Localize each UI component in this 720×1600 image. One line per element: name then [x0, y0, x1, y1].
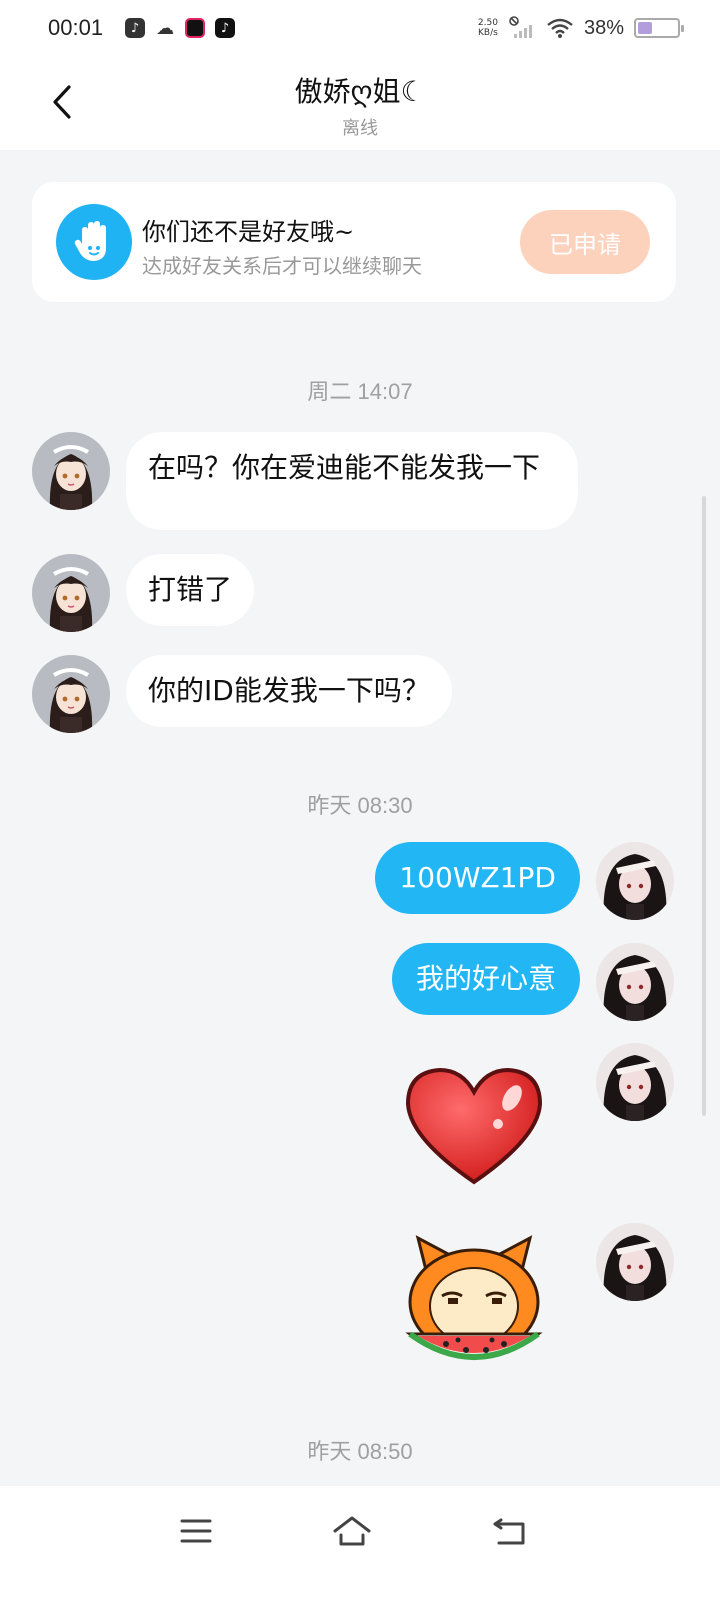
signal-off-icon [509, 16, 532, 38]
chat-title: 傲娇ღ姐☾ [294, 75, 426, 108]
scrollbar[interactable] [702, 496, 706, 1116]
timestamp: 昨天 08:50 [307, 1439, 413, 1464]
my-avatar[interactable] [596, 943, 674, 1021]
heart-icon [405, 1067, 543, 1185]
video-app-icon [185, 18, 206, 38]
friend-card-title: 你们还不是好友哦~ [142, 218, 355, 246]
back-return-icon [493, 1518, 525, 1545]
message-bubble-incoming[interactable]: 打错了 [126, 554, 255, 626]
message-bubble-incoming[interactable]: 你的ID能发我一下吗？ [126, 655, 452, 727]
wave-hand-icon [56, 204, 132, 280]
chat-title-block: 傲娇ღ姐☾ 离线 [0, 70, 720, 140]
contact-avatar-image [32, 655, 110, 733]
back-return-button[interactable] [480, 1506, 540, 1556]
battery-icon [634, 18, 684, 38]
battery-percent: 38% [583, 16, 624, 39]
music-app-icon: ♪ [125, 18, 146, 38]
message-bubble-outgoing[interactable]: 100WZ1PD [375, 842, 580, 914]
timestamp: 周二 14:07 [307, 379, 413, 404]
chat-header: 傲娇ღ姐☾ 离线 [0, 56, 720, 150]
status-time: 00:01 [48, 15, 104, 40]
friend-card-subtitle: 达成好友关系后才可以继续聊天 [142, 254, 422, 278]
network-speed: 2.50 KB/s [478, 18, 498, 38]
my-avatar-image [596, 1223, 674, 1301]
tiktok-icon: ♪ [215, 18, 236, 38]
my-avatar[interactable] [596, 842, 674, 920]
battery-level-fill [638, 22, 653, 34]
online-status: 离线 [342, 118, 378, 139]
status-bar: 00:01 ♪ ☁ ♪ 2.50 KB/s 38% [0, 0, 720, 56]
watermelon-cat-sticker[interactable] [396, 1230, 552, 1376]
network-speed-value: 2.50 [477, 18, 498, 28]
home-icon [333, 1516, 371, 1546]
menu-button[interactable] [166, 1506, 226, 1556]
message-bubble-incoming[interactable]: 在吗？你在爱迪能不能发我一下 [126, 432, 578, 530]
hand-glyph [74, 221, 106, 261]
my-avatar-image [596, 842, 674, 920]
my-avatar-image [596, 1043, 674, 1121]
wechat-icon: ☁ [156, 17, 175, 39]
contact-avatar-image [32, 432, 110, 510]
wifi-icon [547, 18, 573, 38]
my-avatar-image [596, 943, 674, 1021]
network-speed-unit: KB/s [478, 28, 498, 38]
timestamp: 昨天 08:30 [307, 793, 413, 818]
system-nav-bar [0, 1486, 720, 1600]
contact-avatar[interactable] [32, 554, 110, 632]
contact-avatar[interactable] [32, 655, 110, 733]
applied-button[interactable]: 已申请 [520, 210, 650, 274]
friend-request-card: 你们还不是好友哦~ 达成好友关系后才可以继续聊天 已申请 [32, 182, 676, 302]
message-bubble-outgoing[interactable]: 我的好心意 [391, 943, 580, 1015]
home-button[interactable] [322, 1506, 382, 1556]
my-avatar[interactable] [596, 1043, 674, 1121]
heart-sticker[interactable] [402, 1064, 546, 1188]
menu-icon [180, 1519, 212, 1543]
cat-eating-watermelon-icon [405, 1235, 543, 1360]
status-right-group: 2.50 KB/s 38% [478, 16, 684, 40]
contact-avatar[interactable] [32, 432, 110, 510]
contact-avatar-image [32, 554, 110, 632]
my-avatar[interactable] [596, 1223, 674, 1301]
